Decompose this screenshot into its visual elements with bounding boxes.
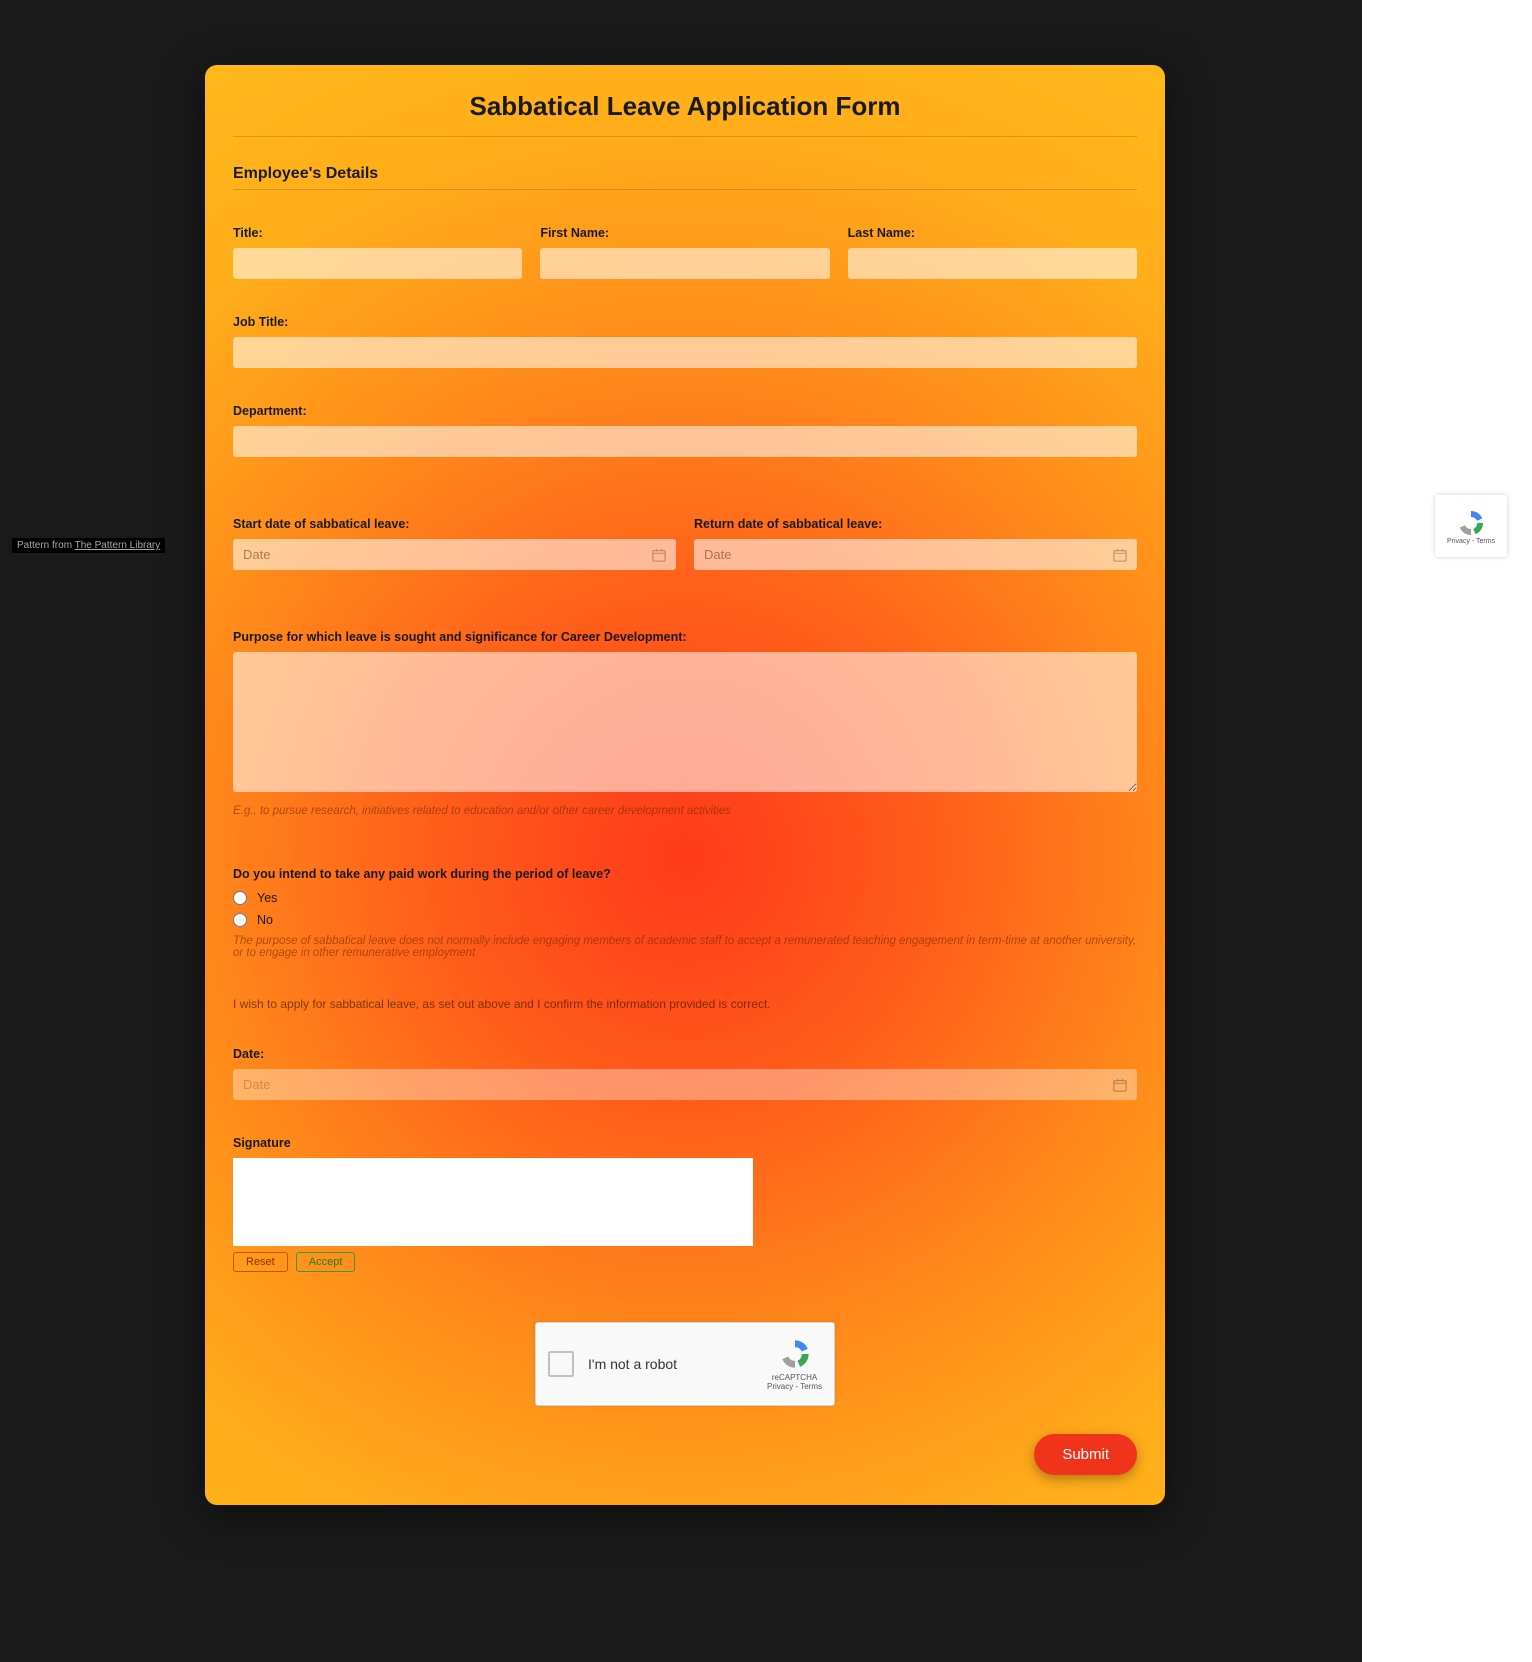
last-name-input[interactable] — [848, 248, 1137, 279]
recaptcha-label: I'm not a robot — [588, 1356, 767, 1372]
return-date-field[interactable] — [704, 547, 1113, 562]
job-title-input[interactable] — [233, 337, 1137, 368]
start-date-label: Start date of sabbatical leave: — [233, 517, 676, 531]
title-input[interactable] — [233, 248, 522, 279]
right-white-panel — [1362, 0, 1532, 1662]
start-date-field[interactable] — [243, 547, 652, 562]
radio-no[interactable] — [233, 913, 247, 927]
form-title: Sabbatical Leave Application Form — [233, 85, 1137, 137]
recaptcha-legal: Privacy - Terms — [767, 1382, 822, 1391]
accept-button[interactable]: Accept — [296, 1252, 356, 1272]
recaptcha-brand: reCAPTCHA — [767, 1373, 822, 1382]
pattern-credit: Pattern from The Pattern Library — [12, 538, 165, 553]
paid-work-label: Do you intend to take any paid work duri… — [233, 867, 1137, 881]
form-card: Sabbatical Leave Application Form Employ… — [205, 65, 1165, 1505]
date-field-disabled — [243, 1077, 1113, 1092]
credit-link[interactable]: The Pattern Library — [75, 540, 161, 551]
purpose-textarea[interactable] — [233, 652, 1137, 792]
return-date-label: Return date of sabbatical leave: — [694, 517, 1137, 531]
radio-no-label: No — [257, 913, 273, 927]
recaptcha-icon — [778, 1337, 812, 1371]
purpose-label: Purpose for which leave is sought and si… — [233, 630, 1137, 644]
first-name-input[interactable] — [540, 248, 829, 279]
signature-pad[interactable] — [233, 1158, 753, 1246]
date-input-disabled — [233, 1069, 1137, 1100]
recaptcha-box[interactable]: I'm not a robot reCAPTCHA Privacy - Term… — [535, 1322, 835, 1406]
last-name-label: Last Name: — [848, 226, 1137, 240]
purpose-hint: E.g., to pursue research, initiatives re… — [233, 805, 1137, 817]
calendar-icon — [1113, 548, 1127, 562]
declaration-text: I wish to apply for sabbatical leave, as… — [233, 997, 1137, 1011]
credit-prefix: Pattern from — [17, 540, 75, 551]
radio-yes-row[interactable]: Yes — [233, 891, 1137, 905]
recaptcha-icon — [1456, 508, 1486, 538]
recaptcha-floating-badge: Privacy - Terms — [1435, 495, 1507, 557]
radio-yes-label: Yes — [257, 891, 277, 905]
paid-work-hint: The purpose of sabbatical leave does not… — [233, 935, 1137, 959]
title-label: Title: — [233, 226, 522, 240]
radio-no-row[interactable]: No — [233, 913, 1137, 927]
start-date-input[interactable] — [233, 539, 676, 570]
calendar-icon — [1113, 1078, 1127, 1092]
submit-button[interactable]: Submit — [1034, 1434, 1137, 1475]
department-input[interactable] — [233, 426, 1137, 457]
calendar-icon — [652, 548, 666, 562]
radio-yes[interactable] — [233, 891, 247, 905]
section-employee-details: Employee's Details — [233, 165, 1137, 190]
return-date-input[interactable] — [694, 539, 1137, 570]
reset-button[interactable]: Reset — [233, 1252, 288, 1272]
signature-label: Signature — [233, 1136, 1137, 1150]
job-title-label: Job Title: — [233, 315, 1137, 329]
date-label: Date: — [233, 1047, 1137, 1061]
first-name-label: First Name: — [540, 226, 829, 240]
float-legal: Privacy - Terms — [1447, 538, 1495, 545]
department-label: Department: — [233, 404, 1137, 418]
recaptcha-checkbox[interactable] — [548, 1351, 574, 1377]
recaptcha-badge: reCAPTCHA Privacy - Terms — [767, 1337, 822, 1391]
